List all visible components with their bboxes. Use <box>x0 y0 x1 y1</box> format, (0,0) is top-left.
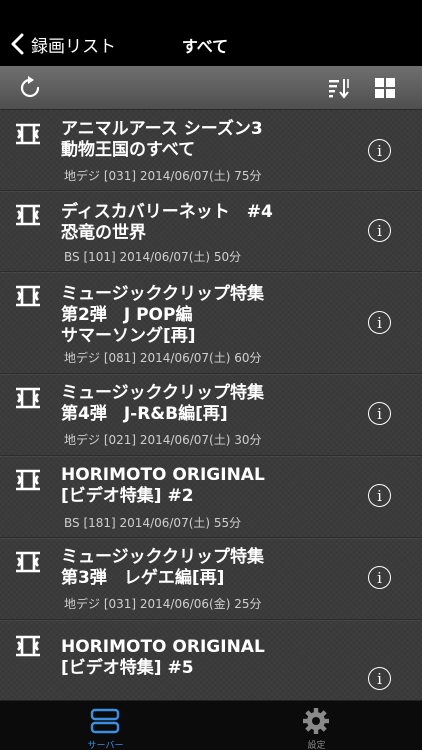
info-button[interactable]: i <box>368 566 391 589</box>
recording-title: ミュージッククリップ特集 第2弾 J POP編 サマーソング[再] <box>61 284 264 346</box>
navigation-bar: 録画リスト すべて <box>0 0 422 66</box>
recording-row[interactable]: ミュージッククリップ特集 第3弾 レゲエ編[再] 地デジ [031] 2014/… <box>0 538 422 620</box>
server-icon <box>90 708 120 734</box>
recording-row[interactable]: ディスカバリーネット #4 恐竜の世界 BS [101] 2014/06/07(… <box>0 191 422 272</box>
tab-bar: サーバー 設定 <box>0 700 422 750</box>
sort-icon[interactable] <box>327 76 351 100</box>
recording-icon <box>16 551 40 573</box>
recording-row[interactable]: ミュージッククリップ特集 第2弾 J POP編 サマーソング[再] 地デジ [0… <box>0 272 422 374</box>
page-title: すべて <box>181 37 229 56</box>
info-button[interactable]: i <box>368 219 391 242</box>
gear-icon <box>303 708 329 734</box>
info-button[interactable]: i <box>368 402 391 425</box>
recording-row[interactable]: HORIMOTO ORIGINAL [ビデオ特集] #5 i <box>0 620 422 700</box>
recording-title: HORIMOTO ORIGINAL [ビデオ特集] #2 <box>61 465 265 506</box>
recording-meta: BS [101] 2014/06/07(土) 50分 <box>64 250 242 264</box>
toolbar <box>0 66 422 110</box>
recording-meta: 地デジ [031] 2014/06/07(土) 75分 <box>64 169 262 183</box>
recording-list[interactable]: アニマルアース シーズン3 動物王国のすべて 地デジ [031] 2014/06… <box>0 110 422 700</box>
recording-icon <box>16 123 40 145</box>
info-button[interactable]: i <box>368 667 391 690</box>
recording-title: HORIMOTO ORIGINAL [ビデオ特集] #5 <box>61 637 265 678</box>
recording-title: ディスカバリーネット #4 恐竜の世界 <box>61 202 273 243</box>
tab-settings-label: 設定 <box>307 741 326 750</box>
info-button[interactable]: i <box>368 139 391 162</box>
recording-icon <box>16 204 40 226</box>
info-button[interactable]: i <box>368 311 391 334</box>
recording-meta: 地デジ [021] 2014/06/07(土) 30分 <box>64 433 262 447</box>
recording-title: ミュージッククリップ特集 第3弾 レゲエ編[再] <box>61 547 264 588</box>
recording-icon <box>16 635 40 657</box>
refresh-icon[interactable] <box>18 76 42 100</box>
recording-title: ミュージッククリップ特集 第4弾 J-R&B編[再] <box>61 383 264 424</box>
tab-server-label: サーバー <box>87 741 124 750</box>
recording-meta: BS [181] 2014/06/07(土) 55分 <box>64 516 242 530</box>
recording-title: アニマルアース シーズン3 動物王国のすべて <box>61 119 263 160</box>
recording-meta: 地デジ [081] 2014/06/07(土) 60分 <box>64 351 262 365</box>
recording-row[interactable]: アニマルアース シーズン3 動物王国のすべて 地デジ [031] 2014/06… <box>0 110 422 191</box>
recording-icon <box>16 469 40 491</box>
grid-icon[interactable] <box>373 76 397 100</box>
recording-icon <box>16 285 40 307</box>
tab-server[interactable]: サーバー <box>0 701 211 750</box>
info-button[interactable]: i <box>368 484 391 507</box>
recording-meta: 地デジ [031] 2014/06/06(金) 25分 <box>64 597 262 611</box>
recording-row[interactable]: ミュージッククリップ特集 第4弾 J-R&B編[再] 地デジ [021] 201… <box>0 374 422 456</box>
tab-settings[interactable]: 設定 <box>211 701 422 750</box>
recording-icon <box>16 387 40 409</box>
recording-row[interactable]: HORIMOTO ORIGINAL [ビデオ特集] #2 BS [181] 20… <box>0 456 422 538</box>
